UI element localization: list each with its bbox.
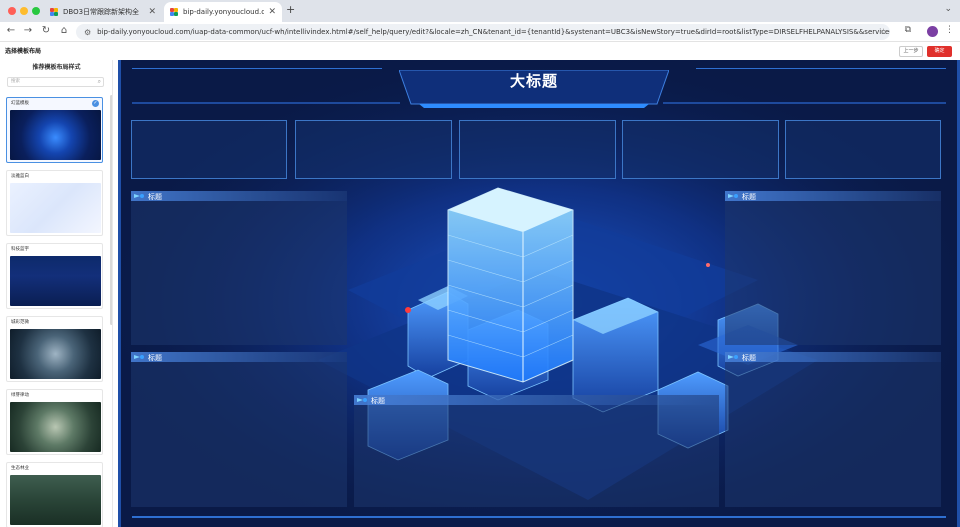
template-thumbnail <box>10 329 101 379</box>
panel-title: 标题 <box>148 193 162 201</box>
template-label: 绿芽律动 <box>11 393 29 398</box>
frame-line <box>118 60 121 527</box>
template-thumbnail <box>10 183 101 233</box>
site-info-icon[interactable]: ⚙ <box>84 28 91 37</box>
kpi-box[interactable] <box>295 120 452 179</box>
close-window-icon[interactable] <box>8 7 16 15</box>
app-header: 选择模板布局 上一步 确定 <box>0 43 960 60</box>
reload-icon[interactable]: ↻ <box>39 25 53 36</box>
kpi-box[interactable] <box>785 120 941 179</box>
template-card-shengtai[interactable]: 生态林业 <box>6 462 103 527</box>
back-icon[interactable]: ← <box>4 25 18 36</box>
panel-dot-icon <box>363 398 367 402</box>
template-label: 科技蓝宇 <box>11 247 29 252</box>
frame-line <box>132 516 946 518</box>
template-label: 城彩范微 <box>11 320 29 325</box>
template-thumbnail <box>10 475 101 525</box>
template-label: 幻蓝模板 <box>11 101 29 106</box>
tab-title: bip-daily.yonyoucloud.com/ <box>183 8 265 16</box>
bookmark-star-icon[interactable]: ☆ <box>880 27 887 36</box>
kpi-box[interactable] <box>622 120 779 179</box>
tab-close-icon[interactable]: ✕ <box>268 7 276 17</box>
frame-line <box>132 68 382 69</box>
search-icon[interactable]: ⌕ <box>98 78 101 86</box>
template-card-danya[interactable]: 淡雅蓝白 <box>6 170 103 236</box>
profile-avatar[interactable] <box>927 26 938 37</box>
chevron-down-icon[interactable]: ⌄ <box>944 4 952 14</box>
search-placeholder: 搜索 <box>11 79 20 84</box>
tab-favicon-icon <box>50 8 58 16</box>
panel-header: 标题 <box>131 191 347 201</box>
dashboard-preview-canvas: 大标题 标题 标题 标题 标题 标题 <box>118 60 960 527</box>
new-tab-icon[interactable]: + <box>286 3 295 16</box>
browser-menu-icon[interactable]: ⋮ <box>945 25 954 35</box>
panel-title: 标题 <box>148 354 162 362</box>
panel-header: 标题 <box>354 395 719 405</box>
panel-header: 标题 <box>725 352 941 362</box>
chart-panel[interactable]: 标题 <box>354 395 719 507</box>
tab-favicon-icon <box>170 8 178 16</box>
panel-dot-icon <box>140 355 144 359</box>
prev-step-button[interactable]: 上一步 <box>899 46 923 57</box>
frame-line <box>663 102 946 104</box>
panel-header: 标题 <box>131 352 347 362</box>
dashboard-big-title[interactable]: 大标题 <box>399 70 669 91</box>
browser-tab-bar: DBO3日常跟踪新架构全 ✕ bip-daily.yonyoucloud.com… <box>0 0 960 22</box>
template-card-huanlan[interactable]: 幻蓝模板 ✓ <box>6 97 103 163</box>
template-label: 淡雅蓝白 <box>11 174 29 179</box>
template-search-input[interactable]: 搜索 ⌕ <box>7 77 104 87</box>
extensions-icon[interactable]: ⧉ <box>905 25 911 35</box>
sidebar-scrollbar[interactable] <box>110 95 112 325</box>
panel-header: 标题 <box>725 191 941 201</box>
template-thumbnail <box>10 402 101 452</box>
frame-line <box>696 68 946 69</box>
panel-dot-icon <box>140 194 144 198</box>
template-card-lvya[interactable]: 绿芽律动 <box>6 389 103 455</box>
browser-tab-2[interactable]: bip-daily.yonyoucloud.com/ ✕ <box>164 2 282 22</box>
forward-icon[interactable]: → <box>21 25 35 36</box>
browser-tab-1[interactable]: DBO3日常跟踪新架构全 ✕ <box>44 2 162 22</box>
panel-dot-icon <box>734 194 738 198</box>
url-text: bip-daily.yonyoucloud.com/iuap-data-comm… <box>97 28 890 36</box>
minimize-window-icon[interactable] <box>20 7 28 15</box>
selected-check-icon: ✓ <box>92 100 99 107</box>
frame-line <box>132 102 400 104</box>
chart-panel[interactable]: 标题 <box>131 352 347 507</box>
browser-toolbar: ← → ↻ ⌂ ⚙ bip-daily.yonyoucloud.com/iuap… <box>0 22 960 42</box>
panel-dot-icon <box>734 355 738 359</box>
home-icon[interactable]: ⌂ <box>57 25 71 36</box>
panel-title: 标题 <box>742 193 756 201</box>
tab-close-icon[interactable]: ✕ <box>148 7 156 17</box>
template-card-chengcai[interactable]: 城彩范微 <box>6 316 103 382</box>
address-bar[interactable]: ⚙ bip-daily.yonyoucloud.com/iuap-data-co… <box>76 24 890 40</box>
panel-title: 标题 <box>371 397 385 405</box>
page-title: 选择模板布局 <box>5 48 42 55</box>
panel-title: 标题 <box>742 354 756 362</box>
template-sidebar: 推荐模板布局样式 搜索 ⌕ 幻蓝模板 ✓ 淡雅蓝白 科技蓝宇 城彩范微 绿芽律动… <box>0 60 113 527</box>
template-thumbnail <box>10 256 101 306</box>
kpi-box[interactable] <box>459 120 616 179</box>
confirm-button[interactable]: 确定 <box>927 46 952 57</box>
kpi-box[interactable] <box>131 120 287 179</box>
tab-title: DBO3日常跟踪新架构全 <box>63 8 140 16</box>
chart-panel[interactable]: 标题 <box>131 191 347 345</box>
chart-panel[interactable]: 标题 <box>725 191 941 345</box>
template-label: 生态林业 <box>11 466 29 471</box>
zoom-window-icon[interactable] <box>32 7 40 15</box>
chart-panel[interactable]: 标题 <box>725 352 941 507</box>
template-card-keji[interactable]: 科技蓝宇 <box>6 243 103 309</box>
sidebar-heading: 推荐模板布局样式 <box>32 64 81 71</box>
template-thumbnail <box>10 110 101 160</box>
